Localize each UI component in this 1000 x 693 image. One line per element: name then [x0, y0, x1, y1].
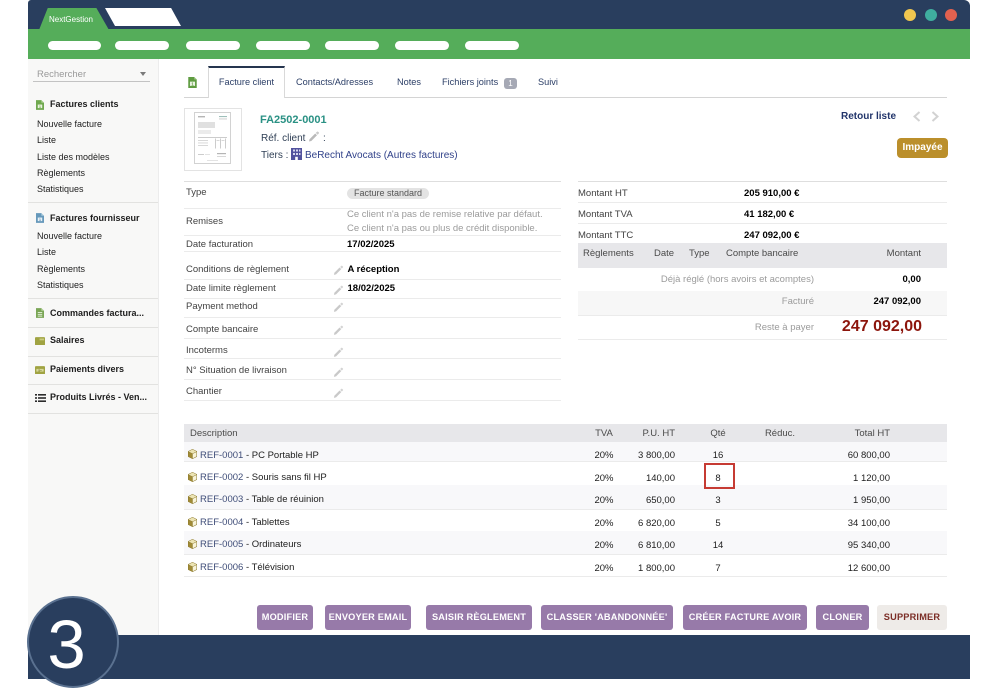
svg-text:1: 1 — [39, 218, 41, 222]
svg-text:1: 1 — [39, 105, 41, 109]
svg-text:$=: $= — [38, 368, 42, 372]
